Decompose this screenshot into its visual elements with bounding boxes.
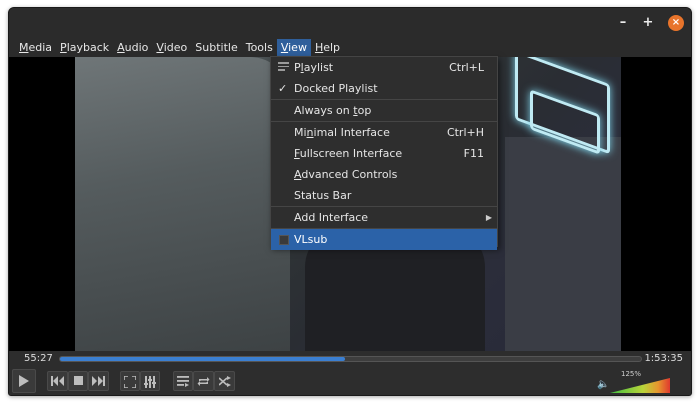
menu-video-mnemonic: V xyxy=(156,41,164,54)
controls-bar: 🔈 125% xyxy=(9,369,691,395)
volume-slider[interactable] xyxy=(610,378,670,393)
fullscreen-button[interactable] xyxy=(120,371,140,391)
menu-item-vlsub-label: VLsub xyxy=(294,233,328,246)
submenu-arrow-icon: ▶ xyxy=(485,213,492,222)
fullscreen-icon xyxy=(124,376,136,388)
menu-help[interactable]: Help xyxy=(311,39,344,56)
menu-item-status-bar[interactable]: Status Bar xyxy=(271,185,497,206)
menu-playback-label: layback xyxy=(66,41,110,54)
menu-item-always-on-top-label: Always on top xyxy=(294,104,372,117)
menu-item-minimal-interface-label: Minimal Interface xyxy=(294,126,390,139)
shuffle-icon xyxy=(218,376,231,387)
elapsed-time: 55:27 xyxy=(24,353,53,364)
menu-subtitle-label: Subtitle xyxy=(195,41,238,54)
video-figure xyxy=(75,57,290,351)
menu-item-fullscreen-interface-label: Fullscreen Interface xyxy=(294,147,403,160)
menu-view[interactable]: View xyxy=(276,39,311,56)
menu-item-playlist-label: Playlist xyxy=(294,61,334,74)
menu-item-advanced-controls-label: Advanced Controls xyxy=(294,168,398,181)
menu-media-mnemonic: M xyxy=(19,41,29,54)
play-button[interactable] xyxy=(12,369,36,393)
menu-playback-mnemonic: P xyxy=(60,41,67,54)
menu-audio-mnemonic: A xyxy=(117,41,125,54)
menu-item-vlsub[interactable]: VLsub xyxy=(271,229,497,250)
menu-item-always-on-top[interactable]: Always on top xyxy=(271,100,497,121)
seek-row: 55:27 1:53:35 xyxy=(9,351,691,369)
play-icon xyxy=(19,375,29,387)
menu-item-fullscreen-interface-shortcut: F11 xyxy=(463,147,484,160)
equalizer-icon xyxy=(144,376,156,388)
menu-item-add-interface[interactable]: Add Interface ▶ xyxy=(271,207,497,228)
menu-playback[interactable]: Playback xyxy=(56,39,113,56)
menu-media[interactable]: Media xyxy=(15,39,56,56)
menu-help-mnemonic: H xyxy=(314,41,324,54)
total-time[interactable]: 1:53:35 xyxy=(644,353,683,364)
minimize-button[interactable]: – xyxy=(615,15,631,31)
toggle-playlist-button[interactable] xyxy=(173,371,193,391)
maximize-button[interactable]: + xyxy=(640,15,656,31)
menu-tools[interactable]: Tools xyxy=(242,39,277,56)
extended-settings-button[interactable] xyxy=(140,371,160,391)
menu-bar: Media Playback Audio Video Subtitle Tool… xyxy=(9,39,691,57)
menu-item-docked-playlist[interactable]: ✓ Docked Playlist xyxy=(271,78,497,99)
menu-subtitle[interactable]: Subtitle xyxy=(191,39,241,56)
view-menu-dropdown: Playlist Ctrl+L ✓ Docked Playlist Always… xyxy=(270,56,498,250)
seek-slider[interactable] xyxy=(59,356,642,362)
menu-audio-label: udio xyxy=(124,41,149,54)
menu-media-label: edia xyxy=(28,41,53,54)
menu-view-label: iew xyxy=(288,41,307,54)
stop-button[interactable] xyxy=(68,371,88,391)
menu-item-add-interface-label: Add Interface xyxy=(294,211,369,224)
checkbox-icon xyxy=(279,235,289,245)
volume-percent: 125% xyxy=(621,370,642,378)
playlist-icon xyxy=(278,62,289,72)
menu-item-status-bar-label: Status Bar xyxy=(294,189,352,202)
playlist-icon xyxy=(177,376,189,387)
menu-item-advanced-controls[interactable]: Advanced Controls xyxy=(271,164,497,185)
menu-audio[interactable]: Audio xyxy=(113,39,152,56)
title-bar: – + × xyxy=(9,8,691,39)
menu-item-docked-playlist-label: Docked Playlist xyxy=(294,82,378,95)
loop-icon xyxy=(197,377,210,386)
stop-icon xyxy=(73,376,83,385)
next-button[interactable] xyxy=(88,371,109,391)
menu-tools-label: Tools xyxy=(245,41,273,54)
speaker-icon[interactable]: 🔈 xyxy=(597,379,609,390)
next-icon xyxy=(92,376,105,386)
loop-button[interactable] xyxy=(193,371,214,391)
menu-item-minimal-interface[interactable]: Minimal Interface Ctrl+H xyxy=(271,122,497,143)
video-building xyxy=(505,137,621,351)
previous-button[interactable] xyxy=(47,371,68,391)
menu-help-label: elp xyxy=(323,41,341,54)
close-button[interactable]: × xyxy=(668,15,684,31)
menu-item-playlist-shortcut: Ctrl+L xyxy=(449,61,484,74)
menu-item-fullscreen-interface[interactable]: Fullscreen Interface F11 xyxy=(271,143,497,164)
checkmark-icon: ✓ xyxy=(278,82,288,95)
menu-item-minimal-interface-shortcut: Ctrl+H xyxy=(446,126,484,139)
shuffle-button[interactable] xyxy=(214,371,235,391)
volume-fill xyxy=(610,378,670,393)
menu-item-playlist[interactable]: Playlist Ctrl+L xyxy=(271,57,497,78)
previous-icon xyxy=(51,376,64,386)
seek-progress xyxy=(60,357,345,361)
menu-video[interactable]: Video xyxy=(152,39,191,56)
menu-video-label: ideo xyxy=(163,41,188,54)
